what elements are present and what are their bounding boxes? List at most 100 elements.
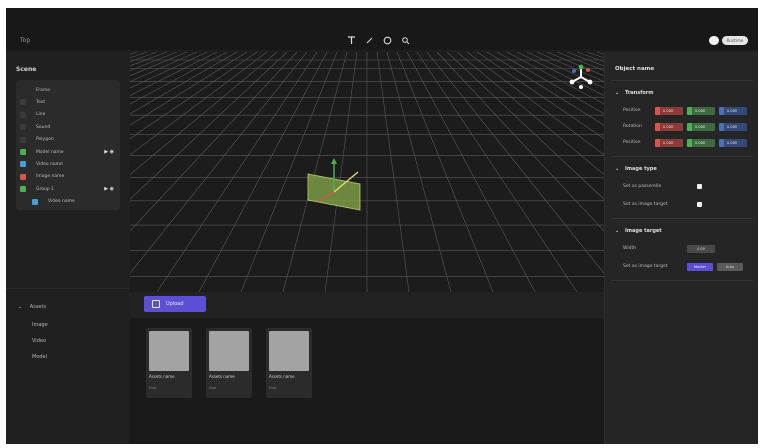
divider	[611, 218, 753, 219]
scene-item-label: Video name	[36, 161, 63, 167]
layer-icon	[20, 87, 26, 93]
image-target-title: Image target	[624, 228, 662, 234]
search-icon[interactable]	[400, 35, 410, 45]
scene-item-label: Video name	[48, 199, 75, 205]
asset-item-video[interactable]: Video	[32, 338, 46, 344]
z-field[interactable]: 0.000	[719, 123, 747, 131]
z-field[interactable]: 0.000	[719, 139, 747, 147]
mode-toggle[interactable]: Runtime	[709, 36, 748, 45]
asset-card-size: Size	[269, 386, 277, 390]
transform-row-label: Rotation	[623, 124, 642, 129]
option-label: Set as passerelle	[623, 184, 662, 189]
layer-icon	[20, 186, 26, 193]
assets-title: Assets	[29, 304, 47, 310]
transform-section[interactable]: ⌄ Transform	[615, 90, 653, 96]
play-visibility-icons[interactable]: ▶ ◉	[104, 186, 114, 192]
chevron-down-icon: ⌄	[18, 304, 23, 310]
y-field[interactable]: 0.000	[687, 139, 715, 147]
text-tool-icon[interactable]	[346, 35, 356, 45]
auto-button[interactable]: Auto	[717, 263, 743, 271]
scene-item[interactable]: Group 1 ▶ ◉	[16, 183, 120, 195]
toggle-label: Runtime	[722, 36, 748, 45]
assets-folder[interactable]: ⌄ Assets	[18, 304, 46, 310]
scene-item[interactable]: Sound	[16, 121, 120, 133]
toggle-knob[interactable]	[709, 36, 719, 45]
scene-item[interactable]: Text	[16, 96, 120, 108]
asset-card[interactable]: Assets name Size	[266, 328, 312, 398]
scene-item[interactable]: Video name	[16, 158, 120, 170]
orientation-gizmo-icon[interactable]	[568, 64, 594, 90]
asset-card-size: Size	[149, 386, 157, 390]
inspector-title: Object name	[615, 66, 655, 72]
layer-icon	[32, 198, 38, 205]
y-field[interactable]: 0.000	[687, 107, 715, 115]
set-target-label: Set as image target	[623, 264, 668, 269]
upload-button[interactable]: Upload	[144, 296, 206, 312]
layer-icon	[20, 136, 26, 143]
asset-card-name: Assets name	[269, 374, 295, 379]
option-checkbox[interactable]	[697, 184, 702, 189]
inspector-panel: Object name ⌄ Transform Position 0.000 0…	[604, 52, 758, 444]
marker-button[interactable]: Marker	[687, 263, 713, 271]
scene-item[interactable]: Video name	[16, 196, 120, 208]
image-type-section[interactable]: ⌄ Image type	[615, 166, 657, 172]
option-checkbox[interactable]	[697, 202, 702, 207]
scene-item-label: Group 1	[36, 186, 54, 192]
asset-thumbnail	[269, 331, 309, 371]
left-panel: Scene Frame Text Line Sound Polygon Model nam…	[6, 52, 130, 444]
transform-row-label: Position	[623, 108, 641, 113]
circle-tool-icon[interactable]	[382, 35, 392, 45]
asset-item-model[interactable]: Model	[32, 354, 47, 360]
asset-cards: Assets name Size Assets name Size Assets…	[146, 328, 312, 398]
scene-item-label: Sound	[36, 124, 51, 130]
asset-toolbar: Upload	[130, 292, 604, 318]
scene-item[interactable]: Polygon	[16, 134, 120, 146]
viewport-3d[interactable]	[130, 52, 604, 292]
image-target-section[interactable]: ⌄ Image target	[615, 228, 662, 234]
top-bar: Top Runtime	[6, 8, 758, 50]
image-type-title: Image type	[624, 166, 657, 172]
position-vector: 0.000 0.000 0.000	[655, 107, 747, 115]
asset-item-image[interactable]: Image	[32, 322, 48, 328]
scene-item-label: Line	[36, 112, 46, 118]
scene-title: Scene	[16, 66, 37, 73]
x-field[interactable]: 0.000	[655, 123, 683, 131]
app-title: Top	[20, 37, 31, 44]
asset-card[interactable]: Assets name Size	[146, 328, 192, 398]
scene-item[interactable]: Image name	[16, 171, 120, 183]
play-visibility-icons[interactable]: ▶ ◉	[104, 149, 114, 155]
pen-tool-icon[interactable]	[364, 35, 374, 45]
x-field[interactable]: 0.000	[655, 107, 683, 115]
scene-hierarchy: Frame Text Line Sound Polygon Model name ▶ ◉ Vi…	[16, 80, 120, 210]
upload-icon	[152, 300, 160, 308]
width-label: Width	[623, 246, 637, 251]
scene-item[interactable]: Model name ▶ ◉	[16, 146, 120, 158]
scene-item[interactable]: Line	[16, 109, 120, 121]
asset-thumbnail	[209, 331, 249, 371]
divider	[611, 280, 753, 281]
layer-icon	[20, 111, 26, 118]
scene-item-label: Polygon	[36, 137, 54, 143]
scene-item-label: Model name	[36, 149, 64, 155]
layer-icon	[20, 124, 26, 131]
chevron-down-icon: ⌄	[615, 166, 620, 172]
option-label: Set as image target	[623, 202, 668, 207]
selected-object[interactable]	[298, 158, 378, 228]
chevron-down-icon: ⌄	[615, 90, 620, 96]
tool-group	[346, 35, 410, 45]
asset-card-name: Assets name	[209, 374, 235, 379]
layer-icon	[20, 149, 26, 155]
divider	[611, 156, 753, 157]
divider	[611, 80, 753, 81]
transform-row-label: Position	[623, 140, 641, 145]
scene-item[interactable]: Frame	[16, 84, 120, 96]
width-field[interactable]: 0.00	[687, 245, 715, 253]
z-field[interactable]: 0.000	[719, 107, 747, 115]
upload-label: Upload	[166, 301, 184, 307]
y-field[interactable]: 0.000	[687, 123, 715, 131]
layer-icon	[20, 173, 26, 180]
asset-card[interactable]: Assets name Size	[206, 328, 252, 398]
x-field[interactable]: 0.000	[655, 139, 683, 147]
asset-card-size: Size	[209, 386, 217, 390]
scene-item-label: Text	[36, 99, 46, 105]
